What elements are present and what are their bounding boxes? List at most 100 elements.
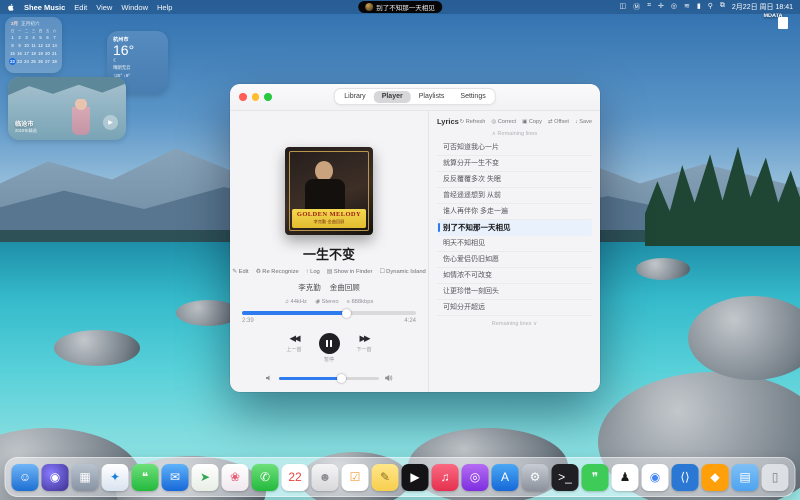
menu-item[interactable]: View	[96, 3, 112, 12]
meta-label: 888kbps	[351, 299, 373, 305]
dock-trash-icon[interactable]: ▯	[762, 464, 789, 491]
photos-widget[interactable]: 临沧市 2019年精选 ▶	[8, 77, 126, 140]
music-status-icon[interactable]: Ⓜ	[633, 2, 640, 12]
album-link[interactable]: 金曲回顾	[330, 282, 360, 293]
lyric-line[interactable]: 谁人再伴你 多走一遍	[437, 204, 592, 220]
dock-podcasts-icon[interactable]: ◎	[462, 464, 489, 491]
moon-icon: ☾	[113, 58, 162, 64]
dock-safari-icon[interactable]: ✦	[102, 464, 129, 491]
remaining-lines-above[interactable]: ∧ Remaining lines	[437, 131, 592, 137]
dock-calendar-icon[interactable]: 22	[282, 464, 309, 491]
dock-finder-icon[interactable]: ☺	[12, 464, 39, 491]
dynamic-island-checkbox[interactable]: ☐ Dynamic Island	[379, 269, 425, 275]
volume-slider[interactable]	[279, 377, 379, 380]
wifi-icon[interactable]: ≋	[684, 2, 690, 12]
artist-link[interactable]: 李克勤	[298, 282, 321, 293]
dock-terminal-icon[interactable]: >_	[552, 464, 579, 491]
lyric-line[interactable]: 可否知道我心一片	[437, 140, 592, 156]
log-button[interactable]: ↑ Log	[306, 269, 320, 275]
tool-icon: ↓	[575, 119, 578, 125]
menu-item[interactable]: Help	[157, 3, 172, 12]
lyric-line[interactable]: 让更珍惜一刻回头	[437, 284, 592, 300]
app-shortcut-icon[interactable]: ◫	[619, 2, 626, 12]
dock-facetime-icon[interactable]: ✆	[252, 464, 279, 491]
tab-settings[interactable]: Settings	[452, 91, 493, 103]
seek-bar[interactable]	[242, 311, 416, 315]
dock-siri-icon[interactable]: ◉	[42, 464, 69, 491]
now-playing-pill[interactable]: 别了不知那一天相见	[358, 1, 442, 13]
zoom-button[interactable]	[264, 93, 272, 101]
total-time: 4:24	[404, 318, 416, 324]
dock-downloads-folder-icon[interactable]: ▤	[732, 464, 759, 491]
lyric-line[interactable]: 可知分开超远	[437, 300, 592, 316]
control-center-icon[interactable]: ⧉	[720, 2, 725, 12]
dock-music-icon[interactable]: ♫	[432, 464, 459, 491]
dock-settings-icon[interactable]: ⚙	[522, 464, 549, 491]
screen-record-icon[interactable]: ◎	[671, 2, 677, 12]
lyric-line[interactable]: 伤心爱侣仍旧如愿	[437, 252, 592, 268]
window-titlebar[interactable]: LibraryPlayerPlaylistsSettings	[230, 84, 600, 111]
dock-contacts-icon[interactable]: ☻	[312, 464, 339, 491]
dock-orange-app-icon[interactable]: ◆	[702, 464, 729, 491]
dock-vscode-icon[interactable]: ⟨⟩	[672, 464, 699, 491]
dock-maps-icon[interactable]: ➤	[192, 464, 219, 491]
dock-chrome-icon[interactable]: ◉	[642, 464, 669, 491]
input-source-icon[interactable]: ⌗	[647, 2, 651, 12]
previous-track-button[interactable]: ◀◀ 上一首	[286, 333, 301, 353]
offset-lyrics-button[interactable]: ⇄ Offset	[548, 119, 569, 125]
minimize-button[interactable]	[252, 93, 260, 101]
stage-manager-icon[interactable]: ✛	[658, 2, 664, 12]
dock-tv-icon[interactable]: ▶	[402, 464, 429, 491]
edit-button[interactable]: ✎ Edit	[232, 269, 248, 275]
show-in-finder-button[interactable]: ▤ Show in Finder	[327, 269, 373, 275]
calendar-lunar: 正月初六	[21, 21, 39, 27]
close-button[interactable]	[239, 93, 247, 101]
lyric-line[interactable]: 别了不知那一天相见	[437, 220, 592, 236]
menu-clock[interactable]: 2月22日 周日 18:41	[732, 2, 793, 12]
correct-lyrics-button[interactable]: ◎ Correct	[491, 119, 516, 125]
dock-wechat-icon[interactable]: ❞	[582, 464, 609, 491]
dock-messages-icon[interactable]: ❝	[132, 464, 159, 491]
remaining-lines-below[interactable]: Remaining lines ∨	[437, 321, 592, 327]
apple-menu-icon[interactable]	[7, 3, 15, 12]
album-artwork[interactable]: GOLDEN MELODY 李克勤·金曲回顾	[285, 147, 373, 235]
next-track-button[interactable]: ▶▶ 下一首	[357, 333, 372, 353]
memory-play-button[interactable]: ▶	[103, 115, 118, 130]
tab-player[interactable]: Player	[374, 91, 411, 103]
menu-item[interactable]: Window	[121, 3, 148, 12]
dock-qq-icon[interactable]: ♟	[612, 464, 639, 491]
volume-knob[interactable]	[337, 374, 346, 383]
now-playing-thumbnail	[365, 3, 373, 11]
dock-reminders-icon[interactable]: ☑	[342, 464, 369, 491]
tab-library[interactable]: Library	[336, 91, 373, 103]
tab-playlists[interactable]: Playlists	[411, 91, 453, 103]
action-label: Log	[310, 269, 320, 275]
dock-mail-icon[interactable]: ✉	[162, 464, 189, 491]
dock-notes-icon[interactable]: ✎	[372, 464, 399, 491]
save-lyrics-button[interactable]: ↓ Save	[575, 119, 592, 125]
lyric-line[interactable]: 曾经遥遥想到 从前	[437, 188, 592, 204]
battery-icon[interactable]: ▮	[697, 2, 701, 12]
refresh-lyrics-button[interactable]: ↻ Refresh	[460, 119, 486, 125]
lyric-line[interactable]: 反反覆覆多次 失眠	[437, 172, 592, 188]
weekday-label: 三	[30, 29, 37, 34]
play-pause-button[interactable]: 暂停	[319, 333, 340, 363]
weekday-label: 二	[23, 29, 30, 34]
app-menu-title[interactable]: Shee Music	[24, 3, 65, 12]
action-icon: ☐	[379, 269, 384, 275]
lyric-line[interactable]: 如情浓不可改变	[437, 268, 592, 284]
dock-photos-icon[interactable]: ❀	[222, 464, 249, 491]
lyric-line[interactable]: 明天不知相见	[437, 236, 592, 252]
tool-icon: ▣	[522, 119, 527, 125]
seek-knob[interactable]	[342, 309, 351, 318]
calendar-widget[interactable]: 2月 正月初六 日一二三四五六 123456789101112131415161…	[5, 17, 62, 73]
menu-item[interactable]: Edit	[74, 3, 87, 12]
lyric-line[interactable]: 就算分开一生不变	[437, 156, 592, 172]
copy-lyrics-button[interactable]: ▣ Copy	[522, 119, 542, 125]
dock-app-glyph: ☻	[319, 471, 332, 483]
re-recognize-button[interactable]: ♻ Re Recognize	[256, 269, 299, 275]
dock-launchpad-icon[interactable]: ▦	[72, 464, 99, 491]
dock-appstore-icon[interactable]: A	[492, 464, 519, 491]
spotlight-search-icon[interactable]: ⚲	[708, 2, 713, 12]
dock-app-glyph: ▤	[739, 471, 750, 483]
